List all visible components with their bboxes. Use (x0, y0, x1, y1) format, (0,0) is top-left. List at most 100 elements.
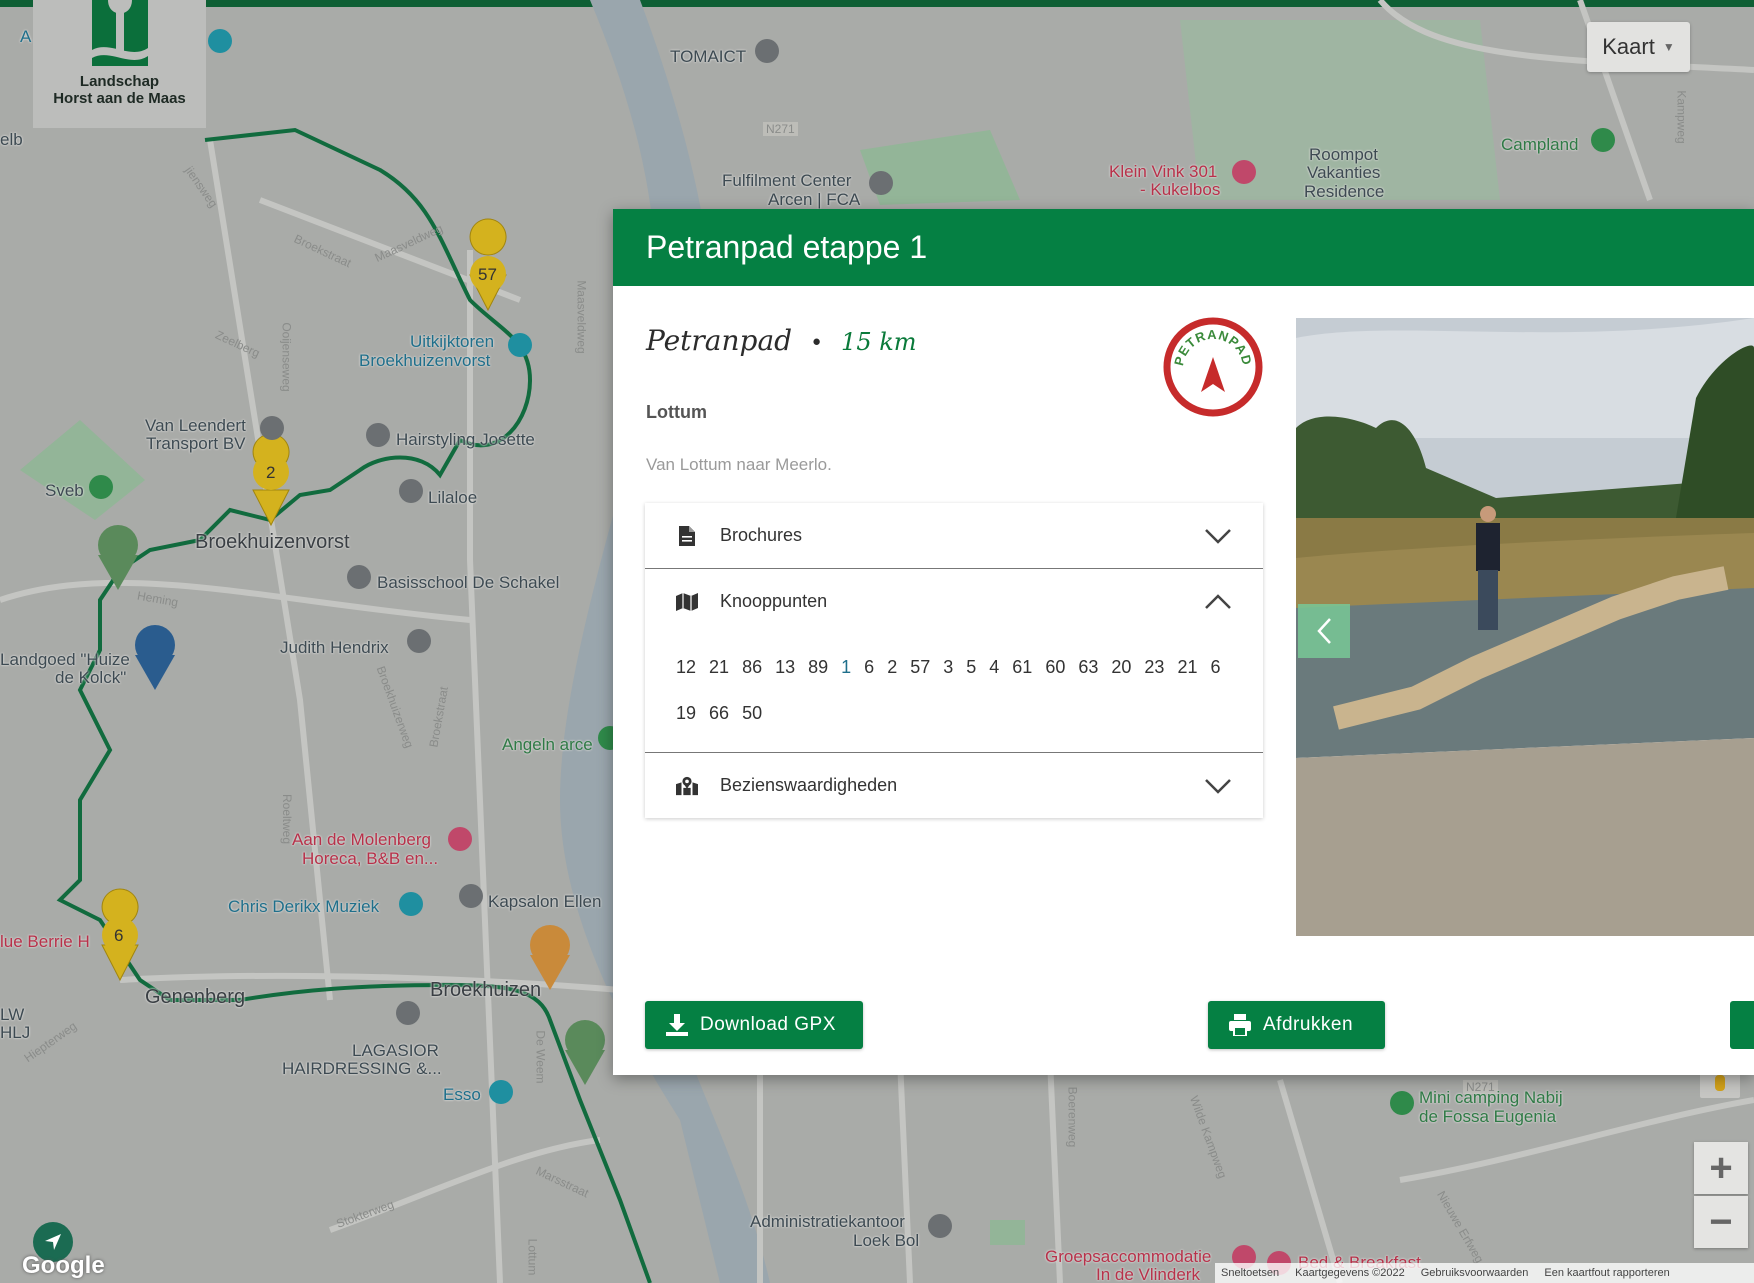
knooppunt-link[interactable]: 5 (966, 644, 976, 690)
terms-link[interactable]: Gebruiksvoorwaarden (1421, 1267, 1529, 1279)
map-place-label[interactable]: Broekhuizenvorst (195, 532, 350, 552)
map-place-label[interactable]: - Kukelbos (1140, 181, 1220, 199)
knooppunt-link[interactable]: 12 (676, 644, 696, 690)
modal-title: Petranpad etappe 1 (646, 229, 928, 265)
map-place-label[interactable]: Aan de Molenberg (292, 831, 431, 849)
route-subheading: Petranpad • 15 km (646, 324, 917, 357)
map-place-label[interactable]: TOMAICT (670, 48, 746, 66)
road-shield: N271 (763, 122, 798, 136)
map-place-label[interactable]: HLJ (0, 1024, 30, 1042)
map-place-label[interactable]: Transport BV (146, 435, 246, 453)
knooppunt-link[interactable]: 89 (808, 644, 828, 690)
route-name: Petranpad (646, 324, 793, 357)
map-place-label[interactable]: Van Leendert (145, 417, 246, 435)
knooppunt-link[interactable]: 6 (1210, 644, 1220, 690)
map-place-label[interactable]: Arcen | FCA (768, 191, 860, 209)
knooppunt-link[interactable]: 86 (742, 644, 762, 690)
map-place-label[interactable]: Landgoed "Huize (0, 651, 130, 669)
street-label: Lottum (525, 1238, 540, 1276)
zoom-out-button[interactable]: − (1694, 1196, 1748, 1248)
knooppunt-link[interactable]: 4 (989, 644, 999, 690)
map-place-label[interactable]: Lilaloe (428, 489, 477, 507)
map-place-label[interactable]: Campland (1501, 136, 1579, 154)
accordion-header-brochures[interactable]: Brochures (645, 503, 1263, 568)
map-marked-icon (676, 775, 698, 797)
more-action-button[interactable] (1730, 1001, 1754, 1049)
map-place-label[interactable]: Esso (443, 1086, 481, 1104)
map-place-label[interactable]: Judith Hendrix (280, 639, 389, 657)
map-place-label[interactable]: lue Berrie H (0, 933, 90, 951)
map-place-label[interactable]: Roompot (1309, 146, 1378, 164)
knooppunt-link[interactable]: 2 (887, 644, 897, 690)
map-place-label[interactable]: Uitkijktoren (410, 333, 494, 351)
tree-logo-icon (91, 0, 148, 66)
route-distance: 15 km (841, 328, 917, 356)
map-place-label[interactable]: Horeca, B&B en... (302, 850, 438, 868)
logo[interactable]: Landschap Horst aan de Maas (33, 0, 206, 128)
map-place-label[interactable]: Basisschool De Schakel (377, 574, 559, 592)
node-marker-label[interactable]: 2 (266, 464, 275, 482)
map-place-label[interactable]: A (20, 28, 31, 46)
download-gpx-button[interactable]: Download GPX (645, 1001, 863, 1049)
knooppunt-link[interactable]: 19 (676, 690, 696, 736)
map-place-label[interactable]: Chris Derikx Muziek (228, 898, 379, 916)
zoom-in-button[interactable]: + (1694, 1142, 1748, 1194)
knooppunt-link[interactable]: 23 (1144, 644, 1164, 690)
map-type-label: Kaart (1602, 34, 1655, 59)
accordion-label: Knooppunten (720, 591, 828, 611)
map-type-dropdown[interactable]: Kaart ▼ (1587, 22, 1690, 72)
map-place-label[interactable]: Sveb (45, 482, 84, 500)
knooppunt-link[interactable]: 3 (943, 644, 953, 690)
knooppunt-link[interactable]: 60 (1045, 644, 1065, 690)
map-place-label[interactable]: Administratiekantoor (750, 1213, 905, 1231)
map-place-label[interactable]: Broekhuizen (430, 980, 541, 1000)
carousel-prev-button[interactable] (1298, 604, 1350, 658)
accordion-item-brochures: Brochures (645, 503, 1263, 569)
keyboard-shortcuts-link[interactable]: Sneltoetsen (1221, 1267, 1279, 1279)
map-place-label[interactable]: In de Vlinderk (1096, 1266, 1200, 1283)
map-place-label[interactable]: Hairstyling Josette (396, 431, 535, 449)
map-place-label[interactable]: Loek Bol (853, 1232, 919, 1250)
start-place: Lottum (646, 402, 707, 422)
map-place-label[interactable]: Genenberg (145, 987, 245, 1007)
report-error-link[interactable]: Een kaartfout rapporteren (1544, 1267, 1669, 1279)
knooppunt-link[interactable]: 21 (709, 644, 729, 690)
node-marker-label[interactable]: 57 (478, 266, 497, 284)
map-place-label[interactable]: HAIRDRESSING &... (282, 1060, 442, 1078)
knooppunt-link[interactable]: 50 (742, 690, 762, 736)
knooppunt-link[interactable]: 66 (709, 690, 729, 736)
map-place-label[interactable]: elb (0, 131, 23, 149)
map-place-label[interactable]: LAGASIOR (352, 1042, 439, 1060)
knooppunt-link[interactable]: 6 (864, 644, 874, 690)
print-button[interactable]: Afdrukken (1208, 1001, 1385, 1049)
knooppunt-link[interactable]: 21 (1177, 644, 1197, 690)
map-place-label[interactable]: Mini camping Nabij (1419, 1089, 1563, 1107)
node-marker-label[interactable]: 6 (114, 927, 123, 945)
accordion-label: Brochures (720, 525, 803, 545)
map-place-label[interactable]: de Kolck" (55, 669, 126, 687)
knooppunt-link[interactable]: 13 (775, 644, 795, 690)
button-label: Afdrukken (1263, 1014, 1354, 1035)
knooppunt-link[interactable]: 1 (841, 644, 851, 690)
chevron-down-icon (1205, 778, 1231, 794)
map-place-label[interactable]: de Fossa Eugenia (1419, 1108, 1556, 1126)
knooppunt-link[interactable]: 20 (1111, 644, 1131, 690)
map-place-label[interactable]: Residence (1304, 183, 1384, 201)
petranpad-badge-icon: PETRANPAD (1163, 317, 1263, 417)
map-place-label[interactable]: Fulfilment Center (722, 172, 851, 190)
knooppunt-link[interactable]: 57 (910, 644, 930, 690)
route-photo-carousel[interactable] (1296, 318, 1754, 936)
map-place-label[interactable]: Vakanties (1307, 164, 1380, 182)
map-place-label[interactable]: Groepsaccommodatie (1045, 1248, 1211, 1266)
map-place-label[interactable]: Angeln arce (502, 736, 593, 754)
knooppunt-link[interactable]: 61 (1012, 644, 1032, 690)
map-place-label[interactable]: Broekhuizenvorst (359, 352, 490, 370)
map-place-label[interactable]: Kapsalon Ellen (488, 893, 601, 911)
map-data-credit: Kaartgegevens ©2022 (1295, 1267, 1405, 1279)
route-photo (1296, 318, 1754, 936)
map-place-label[interactable]: Klein Vink 301 (1109, 163, 1217, 181)
accordion-header-knooppunten[interactable]: Knooppunten (645, 569, 1263, 634)
map-place-label[interactable]: LW (0, 1006, 24, 1024)
knooppunt-link[interactable]: 63 (1078, 644, 1098, 690)
accordion-header-bezienswaardigheden[interactable]: Bezienswaardigheden (645, 753, 1263, 818)
